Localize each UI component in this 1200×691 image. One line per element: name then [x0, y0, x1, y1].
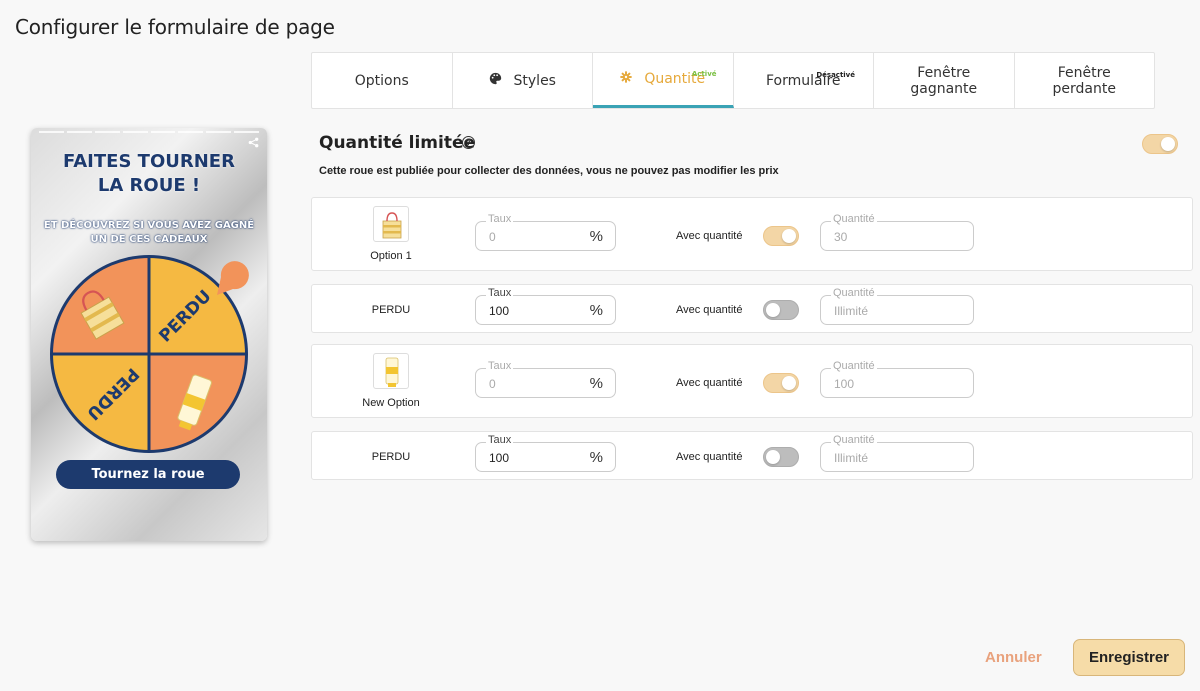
rate-value: 100: [489, 451, 510, 465]
wheel-pointer-icon: [217, 261, 249, 295]
option-cell: Option 1: [352, 206, 430, 262]
quantity-row: Option 1 Taux 0 % Avec quantité Quantité…: [311, 197, 1193, 271]
dialog-title: Configurer le formulaire de page: [15, 15, 335, 39]
rate-value: 100: [489, 304, 510, 318]
option-name: PERDU: [371, 451, 411, 463]
tab-label: Fenêtre gagnante: [910, 64, 978, 97]
rate-label: Taux: [486, 287, 514, 299]
with-quantity-label: Avec quantité: [676, 230, 743, 242]
preview-subtitle: ET DÉCOUVREZ SI VOUS AVEZ GAGNÉ UN DE CE…: [43, 220, 255, 245]
quantity-row: PERDU Taux 100 % Avec quantité Quantité …: [311, 431, 1193, 480]
with-quantity-toggle[interactable]: [763, 300, 799, 320]
quantity-value: 30: [834, 230, 848, 244]
quantity-label: Quantité: [831, 213, 877, 225]
rate-value: 0: [489, 230, 496, 244]
wheel-preview: FAITES TOURNER LA ROUE ! ET DÉCOUVREZ SI…: [31, 128, 267, 541]
rate-value: 0: [489, 377, 496, 391]
rate-input[interactable]: Taux 0 %: [475, 213, 616, 251]
tab-fenetre-perdante[interactable]: Fenêtre perdante: [1015, 53, 1155, 108]
tab-label: Options: [354, 72, 409, 89]
rate-label: Taux: [486, 213, 514, 225]
rate-input[interactable]: Taux 100 %: [475, 287, 616, 325]
palette-icon: [489, 72, 502, 90]
rate-input[interactable]: Taux 100 %: [475, 434, 616, 472]
tab-status-badge: Désactivé: [816, 71, 855, 79]
quantity-value: Illimité: [834, 451, 869, 465]
option-name: PERDU: [371, 304, 411, 316]
tab-bar: Options Styles Quantité Activé Formulair…: [311, 52, 1155, 109]
cancel-button[interactable]: Annuler: [985, 649, 1042, 666]
save-button[interactable]: Enregistrer: [1073, 639, 1185, 676]
limited-quantity-toggle[interactable]: [1142, 134, 1178, 154]
with-quantity-toggle[interactable]: [763, 226, 799, 246]
tab-options[interactable]: Options: [312, 53, 453, 108]
quantity-row: New Option Taux 0 % Avec quantité Quanti…: [311, 344, 1193, 418]
share-icon[interactable]: [248, 137, 259, 151]
option-image: [373, 206, 409, 242]
with-quantity-toggle[interactable]: [763, 447, 799, 467]
percent-suffix: %: [589, 449, 603, 466]
with-quantity-toggle[interactable]: [763, 373, 799, 393]
rate-label: Taux: [486, 360, 514, 372]
tab-fenetre-gagnante[interactable]: Fenêtre gagnante: [874, 53, 1015, 108]
quantity-value: Illimité: [834, 304, 869, 318]
with-quantity-label: Avec quantité: [676, 451, 743, 463]
rate-label: Taux: [486, 434, 514, 446]
spin-wheel-button[interactable]: Tournez la roue: [56, 460, 240, 489]
tab-formulaire[interactable]: Formulaire Désactivé: [734, 53, 874, 108]
story-progress: [39, 131, 259, 133]
option-name: New Option: [362, 397, 420, 409]
percent-suffix: %: [589, 375, 603, 392]
quantity-label: Quantité: [831, 360, 877, 372]
rate-input[interactable]: Taux 0 %: [475, 360, 616, 398]
quantity-input[interactable]: Quantité 100: [820, 360, 974, 398]
quantity-label: Quantité: [831, 434, 877, 446]
quantity-row: PERDU Taux 100 % Avec quantité Quantité …: [311, 284, 1193, 333]
published-notice: Cette roue est publiée pour collecter de…: [319, 165, 779, 177]
gear-icon: [620, 70, 632, 88]
tab-status-badge: Activé: [691, 70, 717, 78]
option-cell: PERDU: [352, 451, 430, 463]
option-cell: PERDU: [352, 304, 430, 316]
quantity-input[interactable]: Quantité 30: [820, 213, 974, 251]
option-cell: New Option: [352, 353, 430, 409]
option-image: [373, 353, 409, 389]
quantity-input[interactable]: Quantité Illimité: [820, 434, 974, 472]
preview-title: FAITES TOURNER LA ROUE !: [63, 151, 235, 196]
tab-label: Fenêtre perdante: [1052, 64, 1116, 97]
section-title: Quantité limitée: [319, 133, 476, 153]
quantity-label: Quantité: [831, 287, 877, 299]
tab-quantite[interactable]: Quantité Activé: [593, 53, 734, 108]
tab-label: Styles: [513, 72, 556, 89]
percent-suffix: %: [589, 228, 603, 245]
help-icon[interactable]: ?: [462, 136, 475, 149]
with-quantity-label: Avec quantité: [676, 304, 743, 316]
tab-styles[interactable]: Styles: [453, 53, 593, 108]
quantity-value: 100: [834, 377, 855, 391]
option-name: Option 1: [370, 250, 412, 262]
percent-suffix: %: [589, 302, 603, 319]
quantity-input[interactable]: Quantité Illimité: [820, 287, 974, 325]
with-quantity-label: Avec quantité: [676, 377, 743, 389]
